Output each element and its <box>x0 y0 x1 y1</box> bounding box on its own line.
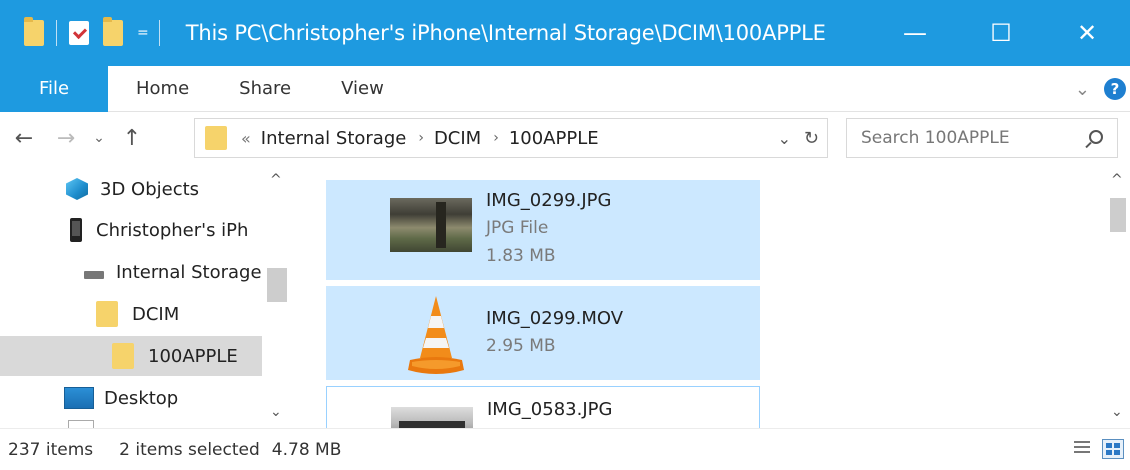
breadcrumb-separator-icon[interactable]: › <box>418 130 424 146</box>
breadcrumb-internal-storage[interactable]: Internal Storage <box>261 128 407 149</box>
search-placeholder: Search 100APPLE <box>861 128 1010 148</box>
navigation-pane: 3D Objects Christopher's iPh Internal St… <box>0 164 296 428</box>
3d-objects-icon <box>66 178 88 200</box>
selected-count: 2 items selected <box>119 439 260 460</box>
nav-item-iphone[interactable]: Christopher's iPh <box>0 210 262 250</box>
minimize-button[interactable]: — <box>872 0 958 66</box>
tab-file[interactable]: File <box>0 65 108 112</box>
search-input[interactable]: Search 100APPLE <box>846 118 1118 158</box>
file-name: IMG_0583.JPG <box>487 399 613 420</box>
navigation-bar: ← → ⌄ ↑ « Internal Storage › DCIM › 100A… <box>0 112 1130 164</box>
scroll-down-arrow[interactable]: ⌄ <box>1111 404 1123 420</box>
phone-icon <box>70 218 82 242</box>
new-folder-icon[interactable] <box>103 17 123 46</box>
nav-item-label: Internal Storage <box>116 261 262 283</box>
scrollbar-thumb[interactable] <box>267 268 287 302</box>
toolbar-divider <box>158 20 160 46</box>
address-dropdown-icon[interactable]: ⌄ <box>778 129 791 148</box>
large-icons-view-icon[interactable] <box>1102 439 1124 459</box>
address-bar[interactable]: « Internal Storage › DCIM › 100APPLE ⌄ ↻ <box>194 118 828 158</box>
customize-toolbar-dropdown[interactable]: = <box>137 25 149 41</box>
nav-item-dcim[interactable]: DCIM <box>0 294 262 334</box>
partial-item-icon <box>68 420 94 428</box>
toolbar-divider <box>56 20 57 46</box>
properties-icon[interactable] <box>69 21 89 45</box>
nav-item-label: Christopher's iPh <box>96 219 249 241</box>
title-bar[interactable]: = This PC\Christopher's iPhone\Internal … <box>0 0 1130 66</box>
back-button[interactable]: ← <box>6 126 42 151</box>
breadcrumb-separator-icon[interactable]: › <box>493 130 499 146</box>
tab-home[interactable]: Home <box>136 78 189 99</box>
file-list: IMG_0299.JPG JPG File 1.83 MB IMG_0299.M… <box>296 164 1130 428</box>
help-icon[interactable]: ? <box>1104 78 1126 100</box>
window-controls: — ☐ ✕ <box>872 0 1130 66</box>
photo-thumbnail <box>391 407 473 428</box>
quick-access-toolbar: = <box>0 0 160 66</box>
file-tile[interactable]: IMG_0299.MOV 2.95 MB <box>326 286 760 380</box>
folder-icon <box>205 126 227 150</box>
close-button[interactable]: ✕ <box>1044 0 1130 66</box>
file-tile[interactable]: IMG_0583.JPG JPG File <box>326 386 760 428</box>
up-button[interactable]: ↑ <box>114 126 150 151</box>
nav-item-100apple[interactable]: 100APPLE <box>0 336 262 376</box>
nav-item-internal-storage[interactable]: Internal Storage <box>0 252 262 292</box>
nav-item-label: Desktop <box>104 387 179 409</box>
forward-button[interactable]: → <box>48 126 84 151</box>
selected-size: 4.78 MB <box>271 439 342 460</box>
drive-icon <box>84 271 104 279</box>
chevron-down-icon[interactable]: ⌄ <box>1075 79 1090 100</box>
vlc-cone-icon <box>408 296 464 374</box>
tab-view[interactable]: View <box>341 78 384 99</box>
nav-item-desktop[interactable]: Desktop <box>0 378 262 418</box>
file-size: 1.83 MB <box>486 246 556 266</box>
scroll-up-arrow[interactable]: ^ <box>270 172 282 188</box>
ribbon-right-controls: ⌄ ? <box>1075 66 1130 112</box>
item-count: 237 items <box>8 439 94 460</box>
breadcrumb-100apple[interactable]: 100APPLE <box>509 128 599 149</box>
nav-item-label: 3D Objects <box>100 178 200 200</box>
nav-pane-scrollbar[interactable]: ^ ⌄ <box>262 164 292 428</box>
nav-item-3d-objects[interactable]: 3D Objects <box>0 169 262 209</box>
refresh-icon[interactable]: ↻ <box>804 128 819 149</box>
address-overflow-icon[interactable]: « <box>241 129 251 148</box>
file-name: IMG_0299.JPG <box>486 190 612 211</box>
ribbon-tabs: File Home Share View ⌄ ? <box>0 65 1130 112</box>
tab-share[interactable]: Share <box>239 78 291 99</box>
folder-icon <box>24 17 44 46</box>
nav-item-label: 100APPLE <box>148 345 238 367</box>
file-tile[interactable]: IMG_0299.JPG JPG File 1.83 MB <box>326 180 760 280</box>
view-buttons <box>1064 439 1124 459</box>
maximize-button[interactable]: ☐ <box>958 0 1044 66</box>
file-size: 2.95 MB <box>486 336 556 356</box>
desktop-icon <box>64 387 94 409</box>
file-name: IMG_0299.MOV <box>486 308 624 329</box>
details-view-icon[interactable] <box>1072 439 1094 459</box>
scroll-up-arrow[interactable]: ^ <box>1111 172 1123 188</box>
scrollbar-thumb[interactable] <box>1110 198 1126 232</box>
content-scrollbar[interactable]: ^ ⌄ <box>1106 164 1130 428</box>
search-icon[interactable] <box>1089 130 1103 144</box>
scroll-down-arrow[interactable]: ⌄ <box>270 404 282 420</box>
window-title: This PC\Christopher's iPhone\Internal St… <box>185 21 826 45</box>
photo-thumbnail <box>390 198 472 252</box>
folder-icon <box>96 301 118 327</box>
file-type: JPG File <box>486 218 549 238</box>
recent-locations-button[interactable]: ⌄ <box>84 130 114 146</box>
status-bar: 237 items 2 items selected 4.78 MB <box>0 428 1130 470</box>
nav-item-label: DCIM <box>132 303 180 325</box>
folder-icon <box>112 343 134 369</box>
breadcrumb-dcim[interactable]: DCIM <box>434 128 481 149</box>
